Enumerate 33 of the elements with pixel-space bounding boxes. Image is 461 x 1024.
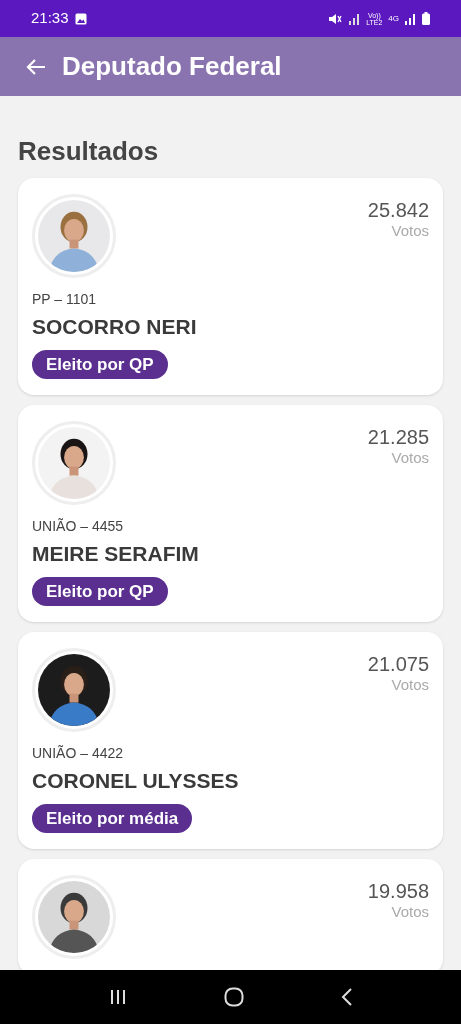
vote-count: 25.842 <box>367 198 429 222</box>
votes-label: Votos <box>391 222 429 240</box>
section-title: Resultados <box>18 136 159 166</box>
candidate-card[interactable]: 21.075 Votos UNIÃO – 4422 CORONEL ULYSSES Eleito por média <box>18 632 443 849</box>
party-number: UNIÃO – 4422 <box>32 744 124 762</box>
candidate-card[interactable]: 19.958 Votos <box>18 859 443 970</box>
party-number: UNIÃO – 4455 <box>32 517 124 535</box>
party-number: PP – 1101 <box>32 290 97 308</box>
votes-label: Votos <box>391 449 429 467</box>
page-title: Deputado Federal <box>62 50 282 83</box>
home-icon[interactable] <box>223 987 244 1007</box>
candidate-name: MEIRE SERAFIM <box>32 541 199 567</box>
votes-label: Votos <box>391 676 429 694</box>
candidate-name: SOCORRO NERI <box>32 314 197 340</box>
vote-count: 21.285 <box>367 425 429 449</box>
signal-icon <box>348 12 361 25</box>
status-badge: Eleito por QP <box>32 577 168 606</box>
vote-count: 21.075 <box>367 652 429 676</box>
candidate-card[interactable]: 25.842 Votos PP – 1101 SOCORRO NERI Eleito por QP <box>18 178 443 395</box>
back-icon[interactable] <box>340 988 353 1006</box>
image-icon <box>74 12 87 25</box>
battery-icon <box>422 12 430 25</box>
recent-apps-icon[interactable] <box>108 989 127 1005</box>
vote-count: 19.958 <box>367 879 429 903</box>
candidate-name: CORONEL ULYSSES <box>32 768 239 794</box>
status-time: 21:33 <box>31 8 69 29</box>
candidate-card[interactable]: 21.285 Votos UNIÃO – 4455 MEIRE SERAFIM Eleito por QP <box>18 405 443 622</box>
status-badge: Eleito por média <box>32 804 193 833</box>
status-badge: Eleito por QP <box>32 350 168 379</box>
signal-icon <box>404 12 416 25</box>
mute-icon <box>328 12 343 25</box>
data-label: 4G <box>388 12 399 25</box>
votes-label: Votos <box>391 903 429 921</box>
